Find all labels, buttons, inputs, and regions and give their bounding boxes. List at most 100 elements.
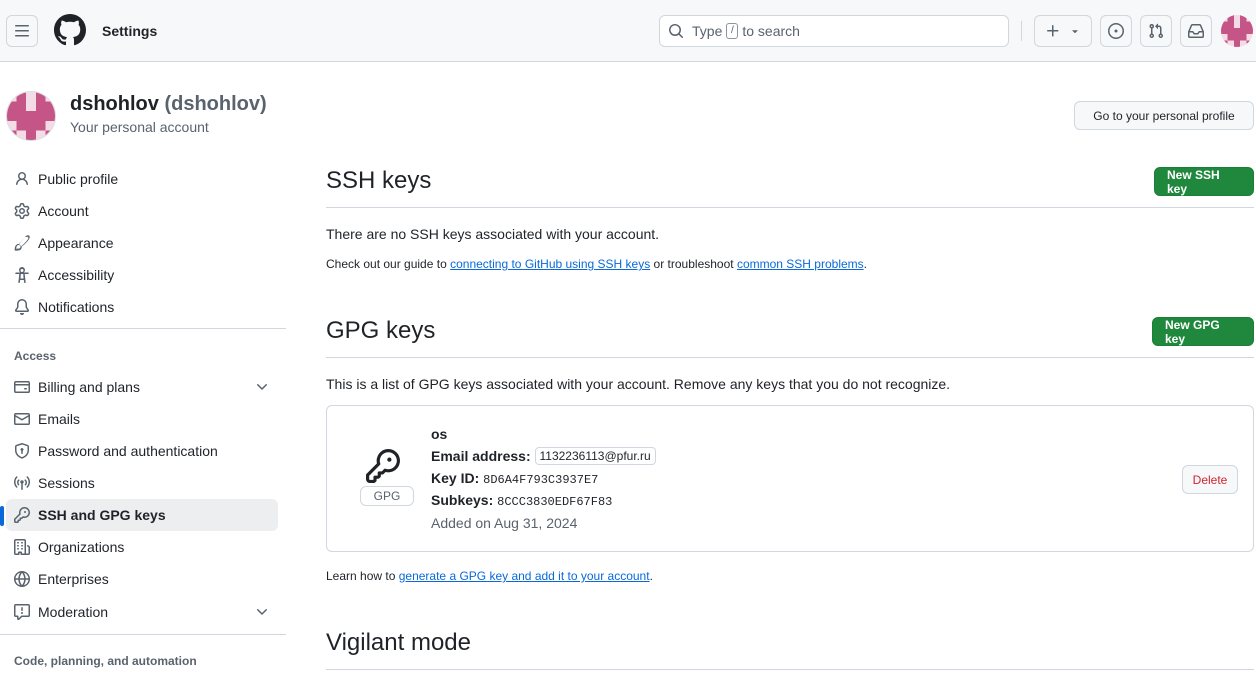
gear-icon bbox=[14, 203, 30, 219]
sidebar-item-accessibility[interactable]: Accessibility bbox=[6, 259, 278, 291]
sidebar-item-label: Account bbox=[38, 203, 89, 219]
gpg-key-name: os bbox=[431, 426, 448, 442]
gpg-subkeys-label: Subkeys: bbox=[431, 492, 494, 508]
sidebar-item-sessions[interactable]: Sessions bbox=[6, 467, 278, 499]
gpg-learn-link[interactable]: generate a GPG key and add it to your ac… bbox=[399, 569, 650, 583]
gpg-badge: GPG bbox=[360, 486, 414, 506]
sidebar-item-label: Password and authentication bbox=[38, 443, 218, 459]
report-icon bbox=[14, 604, 30, 620]
user-avatar[interactable] bbox=[1221, 15, 1253, 47]
gpg-keys-title: GPG keys bbox=[326, 317, 436, 344]
gpg-description: This is a list of GPG keys associated wi… bbox=[326, 376, 951, 392]
sidebar-divider bbox=[0, 634, 286, 635]
sidebar-item-label: Enterprises bbox=[38, 571, 109, 587]
gpg-learn-suffix: . bbox=[649, 569, 653, 583]
gpg-keyid-value: 8D6A4F793C3937E7 bbox=[483, 473, 599, 487]
app-header: Settings Type / to search bbox=[0, 0, 1256, 62]
vigilant-divider bbox=[326, 669, 1254, 670]
sidebar-item-label: SSH and GPG keys bbox=[38, 507, 166, 523]
accessibility-icon bbox=[14, 267, 30, 283]
ssh-guide-link[interactable]: connecting to GitHub using SSH keys bbox=[450, 257, 650, 271]
sidebar-item-public-profile[interactable]: Public profile bbox=[6, 163, 278, 195]
gpg-added-date: Added on Aug 31, 2024 bbox=[431, 515, 578, 531]
ssh-problems-link[interactable]: common SSH problems bbox=[737, 257, 864, 271]
go-to-profile-button[interactable]: Go to your personal profile bbox=[1074, 101, 1254, 130]
issue-opened-icon bbox=[1108, 23, 1124, 39]
gpg-learn-prefix: Learn how to bbox=[326, 569, 396, 583]
bell-icon bbox=[14, 299, 30, 315]
gpg-email-value: 1132236113@pfur.ru bbox=[534, 447, 656, 465]
ssh-divider bbox=[326, 207, 1254, 208]
sidebar-item-notifications[interactable]: Notifications bbox=[6, 291, 278, 323]
sidebar-item-account[interactable]: Account bbox=[6, 195, 278, 227]
ssh-guide-suffix: . bbox=[863, 257, 868, 271]
ssh-empty-text: There are no SSH keys associated with yo… bbox=[326, 226, 660, 242]
git-pull-request-icon bbox=[1149, 23, 1164, 39]
sidebar-heading-code: Code, planning, and automation bbox=[14, 654, 197, 668]
vigilant-mode-title: Vigilant mode bbox=[326, 629, 471, 656]
sidebar-item-label: Appearance bbox=[38, 235, 114, 251]
github-logo-icon[interactable] bbox=[54, 14, 86, 46]
pull-requests-button[interactable] bbox=[1140, 15, 1172, 47]
ssh-guide-prefix: Check out our guide to bbox=[326, 257, 447, 271]
inbox-button[interactable] bbox=[1180, 15, 1212, 47]
context-title[interactable]: Settings bbox=[102, 23, 157, 39]
sidebar-item-emails[interactable]: Emails bbox=[6, 403, 278, 435]
profile-subtitle: Your personal account bbox=[70, 119, 209, 135]
new-ssh-key-button[interactable]: New SSH key bbox=[1154, 167, 1254, 196]
broadcast-icon bbox=[14, 475, 30, 491]
ssh-keys-title: SSH keys bbox=[326, 167, 432, 194]
sidebar-item-label: Moderation bbox=[38, 604, 109, 620]
key-icon bbox=[366, 449, 400, 483]
issues-button[interactable] bbox=[1100, 15, 1132, 47]
sidebar-item-appearance[interactable]: Appearance bbox=[6, 227, 278, 259]
sidebar-divider bbox=[0, 328, 286, 329]
gpg-divider bbox=[326, 357, 1254, 358]
search-icon bbox=[669, 24, 684, 39]
sidebar-item-label: Organizations bbox=[38, 539, 125, 555]
sidebar-item-moderation[interactable]: Moderation bbox=[6, 596, 278, 628]
organization-icon bbox=[14, 539, 30, 555]
person-icon bbox=[14, 171, 30, 187]
gpg-key-email-row: Email address: 1132236113@pfur.ru bbox=[431, 447, 656, 465]
gpg-learn-text: Learn how to generate a GPG key and add … bbox=[326, 569, 653, 583]
profile-login: (dshohlov) bbox=[164, 93, 267, 115]
search-placeholder-suffix: to search bbox=[742, 23, 800, 39]
sidebar-heading-access: Access bbox=[14, 349, 57, 363]
sidebar-item-billing[interactable]: Billing and plans bbox=[6, 371, 278, 403]
profile-avatar[interactable] bbox=[6, 91, 56, 141]
key-icon bbox=[14, 507, 30, 523]
shield-lock-icon bbox=[14, 443, 30, 459]
delete-gpg-key-button[interactable]: Delete bbox=[1182, 465, 1238, 494]
sidebar-item-password-auth[interactable]: Password and authentication bbox=[6, 435, 278, 467]
triangle-down-icon bbox=[1072, 30, 1078, 34]
ssh-guide-middle: or troubleshoot bbox=[653, 257, 734, 271]
inbox-icon bbox=[1188, 24, 1204, 38]
create-new-button[interactable] bbox=[1034, 15, 1092, 47]
profile-name: dshohlov (dshohlov) bbox=[70, 93, 267, 116]
sidebar-item-label: Accessibility bbox=[38, 267, 115, 283]
gpg-key-id-row: Key ID: 8D6A4F793C3937E7 bbox=[431, 470, 598, 487]
search-shortcut-key: / bbox=[726, 23, 739, 39]
profile-display-name[interactable]: dshohlov bbox=[70, 93, 159, 115]
gpg-subkeys-value: 8CCC3830EDF67F83 bbox=[497, 495, 613, 509]
sidebar-item-ssh-gpg-keys[interactable]: SSH and GPG keys bbox=[6, 499, 278, 531]
sidebar-item-label: Billing and plans bbox=[38, 379, 140, 395]
search-input[interactable]: Type / to search bbox=[659, 15, 1009, 47]
gpg-key-card: GPG os Email address: 1132236113@pfur.ru… bbox=[326, 405, 1254, 552]
new-gpg-key-button[interactable]: New GPG key bbox=[1152, 317, 1254, 346]
gpg-subkeys-row: Subkeys: 8CCC3830EDF67F83 bbox=[431, 492, 612, 509]
plus-icon bbox=[1047, 25, 1059, 37]
search-placeholder-prefix: Type bbox=[692, 23, 723, 39]
sidebar-item-label: Public profile bbox=[38, 171, 119, 187]
menu-button[interactable] bbox=[6, 15, 38, 47]
ssh-guide-text: Check out our guide to connecting to Git… bbox=[326, 257, 867, 271]
sidebar-item-organizations[interactable]: Organizations bbox=[6, 531, 278, 563]
sidebar-item-label: Sessions bbox=[38, 475, 95, 491]
sidebar-item-label: Emails bbox=[38, 411, 81, 427]
globe-icon bbox=[14, 571, 30, 587]
paintbrush-icon bbox=[14, 235, 30, 251]
mail-icon bbox=[14, 411, 30, 427]
sidebar-item-enterprises[interactable]: Enterprises bbox=[6, 563, 278, 595]
credit-card-icon bbox=[14, 379, 30, 395]
